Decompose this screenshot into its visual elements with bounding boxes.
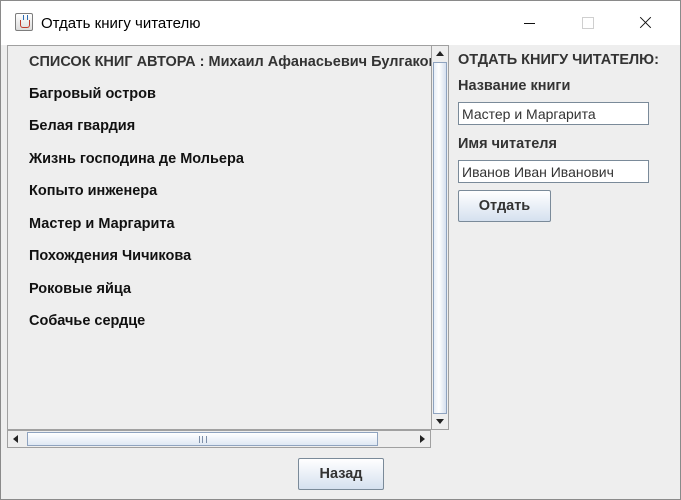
list-item[interactable]: Похождения Чичикова bbox=[29, 248, 191, 264]
title-bar: Отдать книгу читателю bbox=[1, 1, 680, 45]
give-book-window: Отдать книгу читателю СПИСОК КНИГ АВТОРА… bbox=[0, 0, 681, 500]
reader-name-field[interactable] bbox=[458, 160, 649, 183]
list-item[interactable]: Жизнь господина де Мольера bbox=[29, 151, 244, 167]
list-item[interactable]: Роковые яйца bbox=[29, 281, 131, 297]
scroll-right-icon[interactable] bbox=[420, 435, 425, 443]
list-item[interactable]: Собачье сердце bbox=[29, 313, 145, 329]
minimize-icon bbox=[524, 23, 535, 24]
horizontal-scroll-thumb[interactable] bbox=[27, 432, 378, 446]
maximize-icon bbox=[582, 17, 594, 29]
list-item[interactable]: Мастер и Маргарита bbox=[29, 216, 175, 232]
vertical-scrollbar[interactable] bbox=[431, 45, 449, 430]
close-button[interactable] bbox=[622, 1, 668, 45]
scroll-up-icon[interactable] bbox=[436, 51, 444, 56]
books-list[interactable]: СПИСОК КНИГ АВТОРА : Михаил Афанасьевич … bbox=[7, 45, 431, 430]
list-item[interactable]: Багровый остров bbox=[29, 86, 156, 102]
list-item[interactable]: Копыто инженера bbox=[29, 183, 157, 199]
maximize-button[interactable] bbox=[564, 1, 610, 45]
books-list-header: СПИСОК КНИГ АВТОРА : Михаил Афанасьевич … bbox=[29, 54, 431, 70]
java-icon bbox=[15, 13, 33, 31]
scroll-down-icon[interactable] bbox=[436, 419, 444, 424]
horizontal-scrollbar[interactable] bbox=[7, 430, 431, 448]
window-title: Отдать книгу читателю bbox=[41, 15, 201, 32]
book-name-field[interactable] bbox=[458, 102, 649, 125]
scroll-left-icon[interactable] bbox=[13, 435, 18, 443]
book-name-label: Название книги bbox=[458, 78, 571, 94]
give-form-title: ОТДАТЬ КНИГУ ЧИТАТЕЛЮ: bbox=[458, 52, 659, 68]
reader-name-label: Имя читателя bbox=[458, 136, 557, 152]
vertical-scroll-thumb[interactable] bbox=[433, 62, 447, 414]
scroll-corner bbox=[431, 430, 449, 448]
minimize-button[interactable] bbox=[506, 1, 552, 45]
give-button[interactable]: Отдать bbox=[458, 190, 551, 222]
grip-icon bbox=[199, 436, 207, 443]
list-item[interactable]: Белая гвардия bbox=[29, 118, 135, 134]
back-button[interactable]: Назад bbox=[298, 458, 384, 490]
